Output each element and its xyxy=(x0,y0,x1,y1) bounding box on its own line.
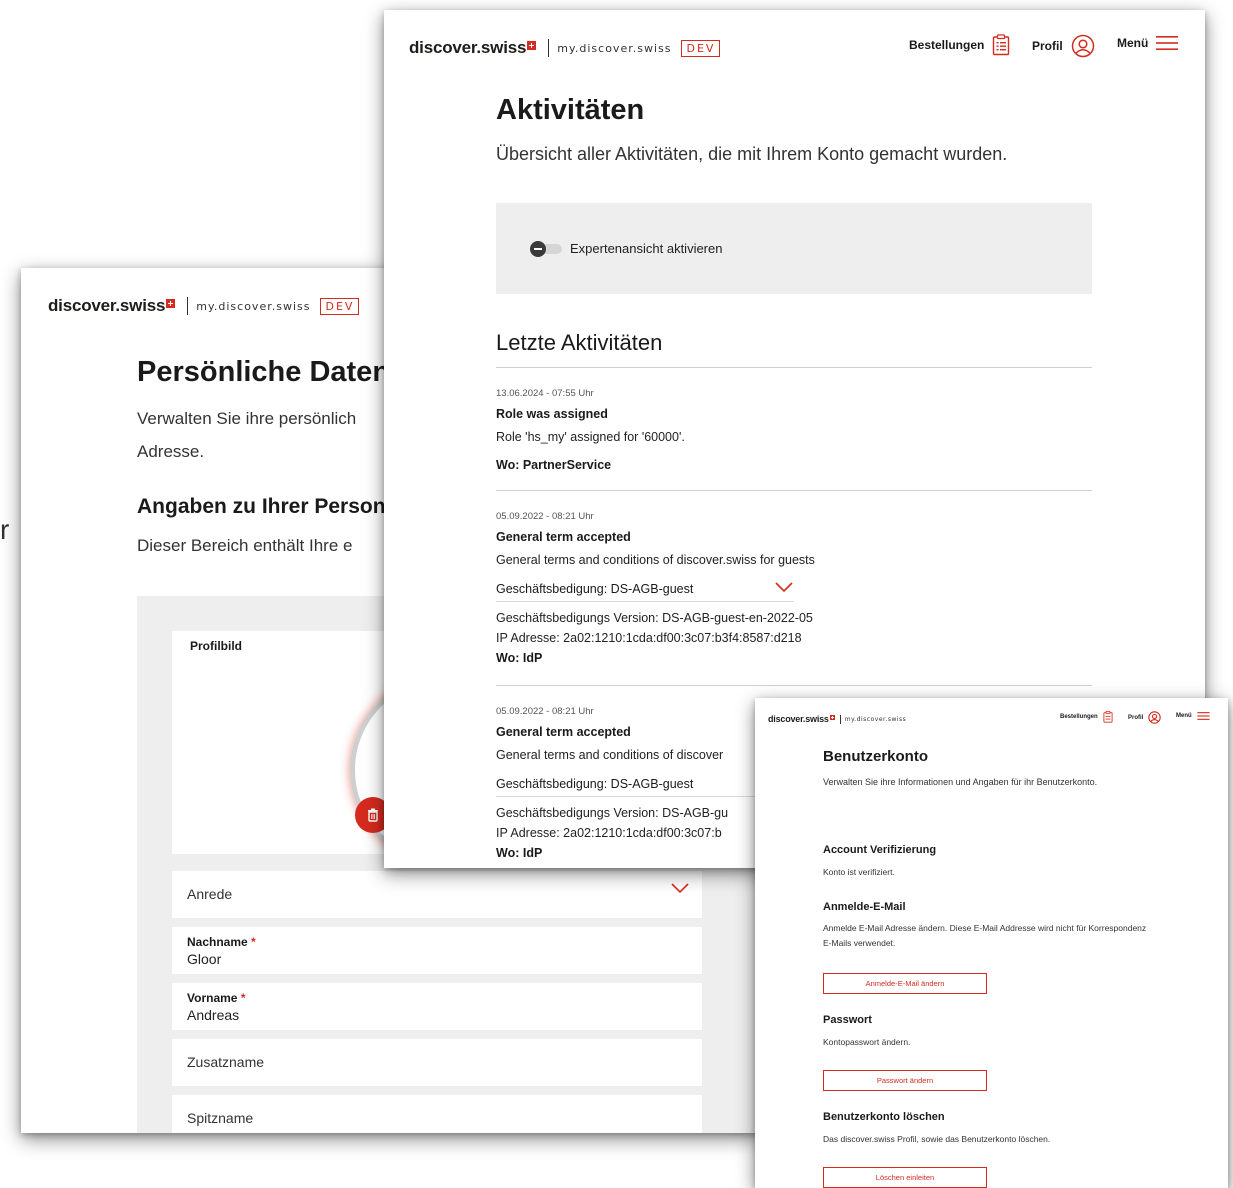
hamburger-icon xyxy=(1197,712,1210,720)
firstname-label: Vorname * xyxy=(187,991,246,1005)
salutation-select[interactable]: Anrede xyxy=(172,871,702,918)
nav-profile-label: Profil xyxy=(1032,39,1063,53)
nav-orders-label: Bestellungen xyxy=(1060,714,1098,720)
activity-where: Wo: IdP xyxy=(496,651,543,665)
brand-separator xyxy=(187,297,189,315)
activity-date: 13.06.2024 - 07:55 Uhr xyxy=(496,388,594,399)
header-brand: discover.swiss my.discover.swiss xyxy=(768,714,906,724)
chevron-down-icon xyxy=(775,582,793,593)
additional-name-placeholder: Zusatzname xyxy=(187,1054,265,1070)
account-window: discover.swiss my.discover.swiss Bestell… xyxy=(755,698,1228,1188)
expert-view-label: Expertenansicht aktivieren xyxy=(570,241,723,256)
toggle-knob xyxy=(530,241,546,257)
brand-logo[interactable]: discover.swiss xyxy=(48,296,165,316)
page-title: Benutzerkonto xyxy=(823,748,928,765)
lastname-label: Nachname * xyxy=(187,935,256,949)
terms-select-value: Geschäftsbedigung: DS-AGB-guest xyxy=(496,582,694,596)
activity-where: Wo: IdP xyxy=(496,846,543,860)
lastname-value: Gloor xyxy=(187,951,222,967)
activity-text: General terms and conditions of discover… xyxy=(496,553,815,567)
page-title: Persönliche Daten xyxy=(137,356,391,388)
page-title: Aktivitäten xyxy=(496,94,645,126)
brand-logo[interactable]: discover.swiss xyxy=(768,714,829,724)
change-email-button[interactable]: Anmelde-E-Mail ändern xyxy=(823,973,987,994)
activity-date: 05.09.2022 - 08:21 Uhr xyxy=(496,511,594,522)
additional-name-field[interactable]: Zusatzname xyxy=(172,1039,702,1086)
email-text: Anmelde E-Mail Adresse ändern. Diese E-M… xyxy=(823,923,1147,948)
nav-orders-label: Bestellungen xyxy=(909,38,985,52)
nav-menu-label: Menü xyxy=(1117,36,1149,50)
activity-title: Role was assigned xyxy=(496,407,608,421)
firstname-value: Andreas xyxy=(187,1007,240,1023)
user-icon xyxy=(1071,34,1094,58)
activity-ip: IP Adresse: 2a02:1210:1cda:df00:3c07:b3f… xyxy=(496,631,802,645)
activity-version: Geschäftsbedigungs Version: DS-AGB-gu xyxy=(496,806,729,820)
expert-view-panel: Expertenansicht aktivieren xyxy=(496,203,1092,294)
swiss-flag-icon xyxy=(166,298,176,308)
nav-menu[interactable]: Menü xyxy=(1176,711,1210,721)
nickname-placeholder: Spitzname xyxy=(187,1110,254,1126)
nav-menu[interactable]: Menü xyxy=(1117,34,1179,52)
password-text: Kontopasswort ändern. xyxy=(823,1037,911,1047)
delete-account-button[interactable]: Löschen einleiten xyxy=(823,1167,987,1188)
hamburger-icon xyxy=(1156,36,1179,50)
user-icon xyxy=(1148,711,1162,724)
delete-account-text: Das discover.swiss Profil, sowie das Ben… xyxy=(823,1134,1051,1144)
activity-text: General terms and conditions of discover xyxy=(496,748,724,762)
activity-ip: IP Adresse: 2a02:1210:1cda:df00:3c07:b xyxy=(496,826,722,840)
activity-title: General term accepted xyxy=(496,530,631,544)
firstname-field[interactable]: Vorname * Andreas xyxy=(172,983,702,1030)
header-brand: discover.swiss my.discover.swiss DEV xyxy=(409,38,721,58)
nav-profile[interactable]: Profil xyxy=(1128,711,1162,724)
delete-account-title: Benutzerkonto löschen xyxy=(823,1111,945,1123)
activity-text: Role 'hs_my' assigned for '60000'. xyxy=(496,430,685,444)
brand-subtitle: my.discover.swiss xyxy=(557,41,672,55)
lastname-field[interactable]: Nachname * Gloor xyxy=(172,927,702,974)
salutation-placeholder: Anrede xyxy=(187,886,233,902)
terms-select[interactable]: Geschäftsbedigung: DS-AGB-guest xyxy=(496,777,794,797)
nav-profile-label: Profil xyxy=(1128,714,1144,721)
brand-subtitle: my.discover.swiss xyxy=(196,299,311,313)
nav-profile[interactable]: Profil xyxy=(1032,34,1095,58)
terms-select[interactable]: Geschäftsbedigung: DS-AGB-guest xyxy=(496,582,794,602)
activity-title: General term accepted xyxy=(496,725,631,739)
email-title: Anmelde-E-Mail xyxy=(823,901,906,913)
section-description: Dieser Bereich enthält Ihre e xyxy=(137,536,353,555)
divider xyxy=(496,685,1092,686)
activity-where: Wo: PartnerService xyxy=(496,458,612,472)
clipboard-icon xyxy=(1103,711,1113,723)
terms-select-value: Geschäftsbedigung: DS-AGB-guest xyxy=(496,777,694,791)
profile-picture-label: Profilbild xyxy=(190,639,242,653)
verification-title: Account Verifizierung xyxy=(823,844,937,856)
brand-subtitle: my.discover.swiss xyxy=(844,715,907,723)
env-badge: DEV xyxy=(320,297,360,315)
brand-separator xyxy=(548,39,550,57)
activity-version: Geschäftsbedigungs Version: DS-AGB-guest… xyxy=(496,611,813,625)
activity-date: 05.09.2022 - 08:21 Uhr xyxy=(496,706,594,717)
expert-view-toggle[interactable] xyxy=(530,241,564,257)
brand-logo[interactable]: discover.swiss xyxy=(409,38,526,58)
nickname-field[interactable]: Spitzname xyxy=(172,1095,702,1133)
clipboard-icon xyxy=(993,34,1010,56)
section-title: Angaben zu Ihrer Person xyxy=(137,495,386,518)
nav-menu-label: Menü xyxy=(1176,713,1192,719)
recent-activities-title: Letzte Aktivitäten xyxy=(496,330,663,355)
page-description: Verwalten Sie ihre Informationen und Ang… xyxy=(823,777,1098,787)
page-description: Übersicht aller Aktivitäten, die mit Ihr… xyxy=(496,144,1008,164)
header-brand: discover.swiss my.discover.swiss DEV xyxy=(48,296,360,316)
nav-orders[interactable]: Bestellungen xyxy=(1060,711,1113,723)
nav-orders[interactable]: Bestellungen xyxy=(909,34,1010,56)
change-password-button[interactable]: Passwort ändern xyxy=(823,1070,987,1091)
divider xyxy=(496,490,1092,491)
swiss-flag-icon xyxy=(527,40,537,50)
password-title: Passwort xyxy=(823,1014,872,1026)
verification-text: Konto ist verifiziert. xyxy=(823,867,895,877)
swiss-flag-icon xyxy=(829,715,835,720)
trash-icon xyxy=(368,808,378,822)
chevron-down-icon xyxy=(671,883,689,894)
divider xyxy=(496,367,1092,368)
brand-separator xyxy=(839,714,841,724)
env-badge: DEV xyxy=(681,39,721,57)
stray-glyph: r xyxy=(0,514,10,545)
